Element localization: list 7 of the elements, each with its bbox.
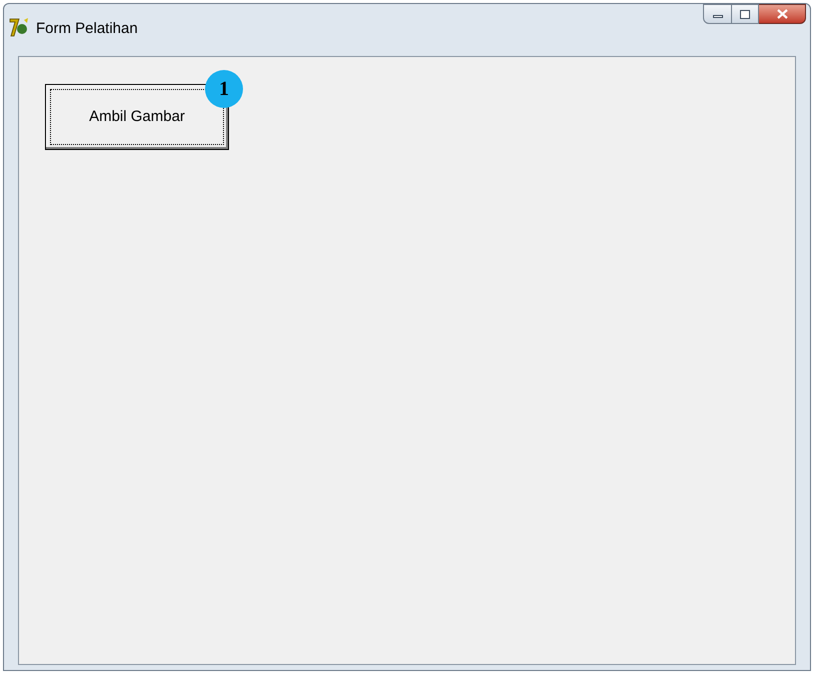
close-button[interactable] xyxy=(759,4,806,24)
minimize-button[interactable] xyxy=(703,4,732,24)
close-icon xyxy=(776,9,788,19)
number-badge: 1 xyxy=(205,70,243,108)
maximize-button[interactable] xyxy=(732,4,759,24)
window-title: Form Pelatihan xyxy=(36,19,138,39)
app-icon xyxy=(8,16,30,38)
